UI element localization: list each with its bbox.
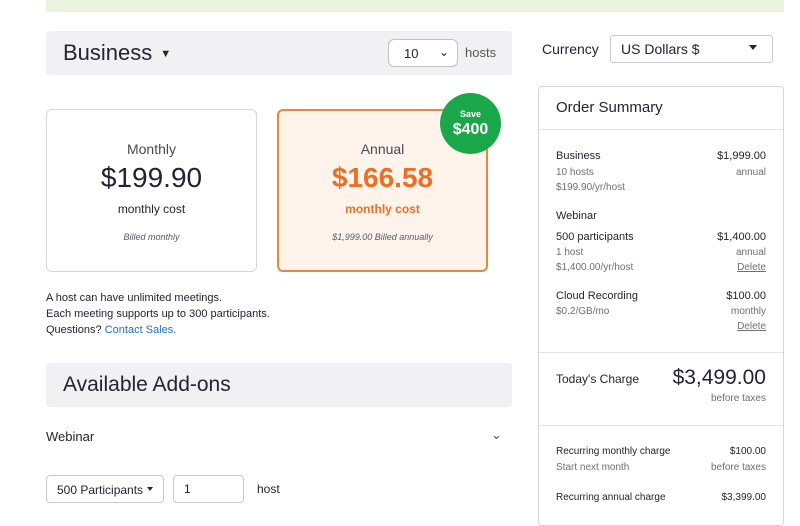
summary-cloud-period: monthly <box>730 306 766 317</box>
divider <box>539 129 783 130</box>
plan-header: Business ▼ 10 ⌄ hosts <box>46 31 512 75</box>
todays-charge-amount: $3,499.00 <box>672 366 766 389</box>
divider <box>539 425 783 426</box>
plan-dropdown[interactable]: Business ▼ <box>63 40 171 66</box>
info-line-2: Each meeting supports up to 300 particip… <box>46 308 270 320</box>
annual-price: $166.58 <box>331 162 434 193</box>
hosts-value: 10 <box>404 46 419 61</box>
summary-business-period: annual <box>735 167 766 178</box>
summary-cloud-name: Cloud Recording <box>556 290 638 302</box>
caret-down-icon: ▼ <box>160 48 172 61</box>
annual-sub: monthly cost <box>345 202 420 216</box>
currency-label: Currency <box>542 41 599 57</box>
recurring-monthly-amount: $100.00 <box>729 446 766 457</box>
monthly-billed: Billed monthly <box>123 232 180 242</box>
currency-select[interactable]: US Dollars $ <box>610 35 773 63</box>
contact-sales-link[interactable]: Contact Sales. <box>105 324 177 336</box>
monthly-price: $199.90 <box>100 162 203 193</box>
recurring-monthly-label: Recurring monthly charge <box>556 446 671 457</box>
currency-value: US Dollars $ <box>621 41 700 57</box>
chevron-down-icon: ⌄ <box>438 45 449 59</box>
summary-webinar-rate: $1,400.00/yr/host <box>556 262 634 273</box>
summary-cloud-amount: $100.00 <box>726 290 766 302</box>
summary-webinar-hosts: 1 host <box>556 247 584 258</box>
addons-header: Available Add-ons <box>46 363 512 407</box>
todays-charge-note: before taxes <box>710 393 766 404</box>
delete-webinar-link[interactable]: Delete <box>737 262 766 273</box>
info-line-3: Questions? Contact Sales. <box>46 322 270 338</box>
save-badge: Save $400 <box>440 93 501 154</box>
recurring-monthly-start: Start next month <box>556 462 630 473</box>
summary-webinar-participants: 500 participants <box>556 231 634 243</box>
annual-billed: $1,999.00 Billed annually <box>332 232 433 242</box>
recurring-annual-amount: $3,399.00 <box>721 492 767 503</box>
host-label: host <box>257 482 280 496</box>
info-line-1: A host can have unlimited meetings. <box>46 292 223 304</box>
recurring-annual-label: Recurring annual charge <box>556 492 666 503</box>
plan-title: Business <box>63 40 153 65</box>
summary-webinar-name: Webinar <box>556 210 597 222</box>
webinar-addon-toggle[interactable]: Webinar <box>46 429 94 444</box>
participants-value: 500 Participants <box>57 483 144 497</box>
summary-cloud-rate: $0.2/GB/mo <box>556 306 610 317</box>
summary-business-rate: $199.90/yr/host <box>556 182 625 193</box>
recurring-monthly-note: before taxes <box>710 462 766 473</box>
addons-title: Available Add-ons <box>63 373 231 396</box>
questions-text: Questions? <box>46 324 102 336</box>
top-banner <box>46 0 784 12</box>
caret-down-icon <box>147 487 153 491</box>
chevron-down-icon[interactable]: ⌄ <box>491 427 502 443</box>
order-summary: Order Summary Business $1,999.00 10 host… <box>538 86 784 526</box>
summary-webinar-period: annual <box>735 247 766 258</box>
todays-charge-label: Today's Charge <box>556 372 640 386</box>
caret-down-icon <box>749 45 757 50</box>
summary-business-amount: $1,999.00 <box>717 150 766 162</box>
divider <box>539 352 783 353</box>
summary-business-name: Business <box>556 150 601 162</box>
plan-info: A host can have unlimited meetings. Each… <box>46 290 270 338</box>
save-badge-label: Save <box>459 109 482 119</box>
monthly-plan-card[interactable]: Monthly $199.90 monthly cost Billed mont… <box>46 109 257 272</box>
delete-cloud-recording-link[interactable]: Delete <box>737 321 766 332</box>
save-badge-amount: $400 <box>452 121 489 138</box>
participants-select[interactable]: 500 Participants <box>46 475 164 503</box>
hosts-select[interactable]: 10 ⌄ <box>388 39 458 67</box>
monthly-sub: monthly cost <box>117 202 186 216</box>
summary-business-hosts: 10 hosts <box>556 167 594 178</box>
monthly-title: Monthly <box>126 141 177 157</box>
hosts-label: hosts <box>465 45 497 60</box>
order-summary-title: Order Summary <box>556 99 663 116</box>
webinar-host-count-input[interactable] <box>173 475 244 503</box>
summary-webinar-amount: $1,400.00 <box>717 231 766 243</box>
